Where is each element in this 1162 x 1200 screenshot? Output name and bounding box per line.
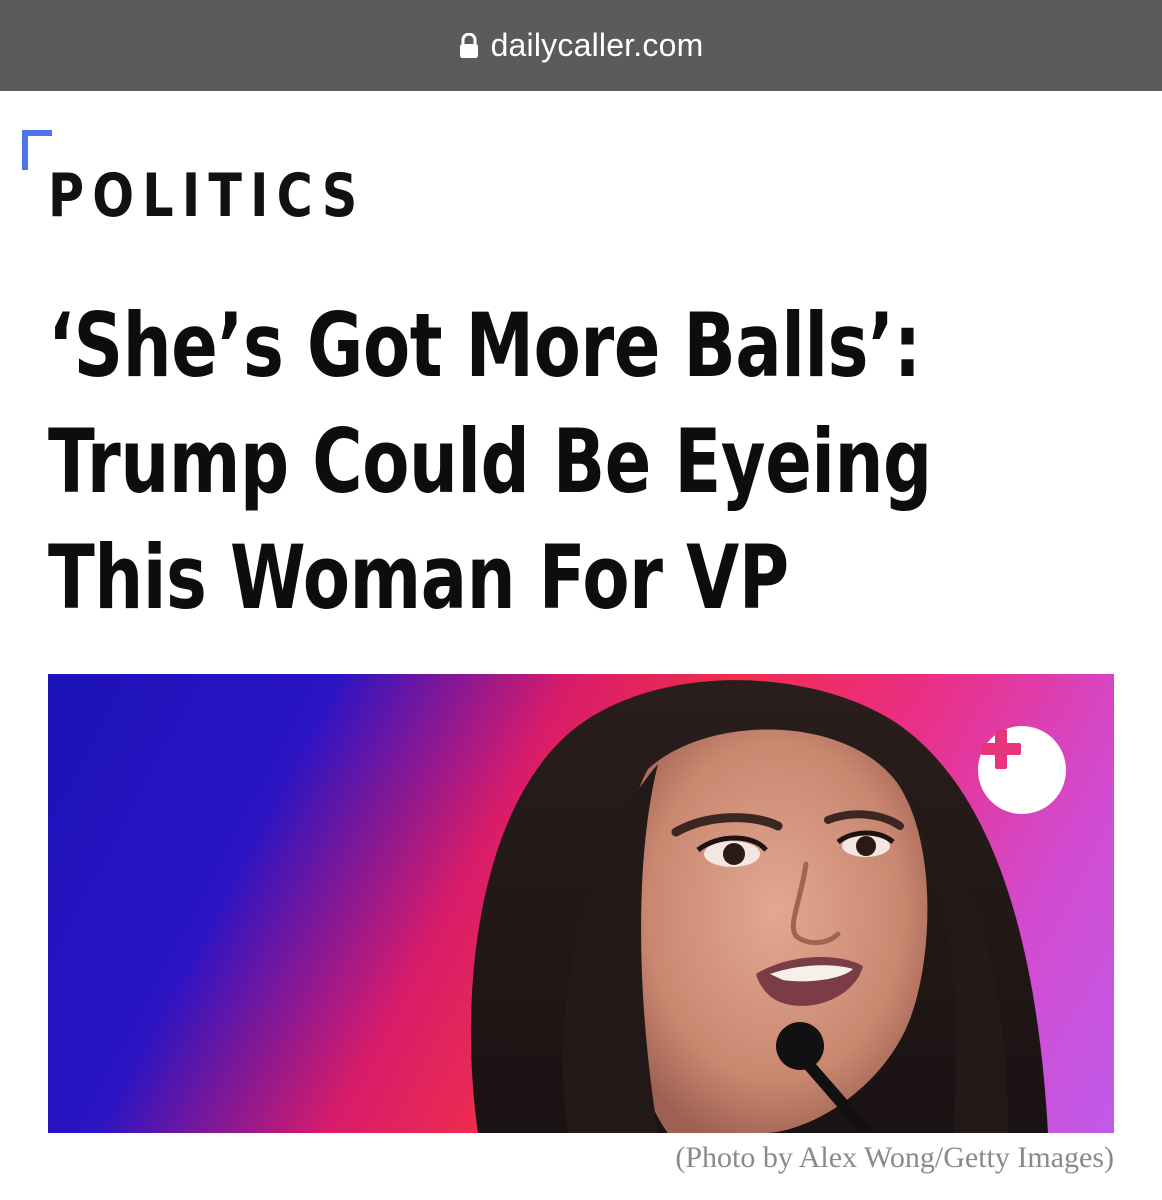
browser-url-bar[interactable]: dailycaller.com bbox=[0, 0, 1162, 91]
plus-icon bbox=[981, 729, 1021, 769]
photo-credit: (Photo by Alex Wong/Getty Images) bbox=[675, 1141, 1114, 1174]
article-hero-image[interactable] bbox=[48, 674, 1114, 1133]
portrait-illustration bbox=[470, 680, 1049, 1133]
article-headline: ‘She’s Got More Balls’: Trump Could Be E… bbox=[48, 294, 932, 629]
lock-icon bbox=[459, 32, 478, 58]
url-display[interactable]: dailycaller.com bbox=[459, 27, 704, 64]
image-expand-button[interactable] bbox=[978, 726, 1066, 814]
category-label[interactable]: POLITICS bbox=[48, 160, 365, 232]
url-text: dailycaller.com bbox=[490, 27, 704, 63]
